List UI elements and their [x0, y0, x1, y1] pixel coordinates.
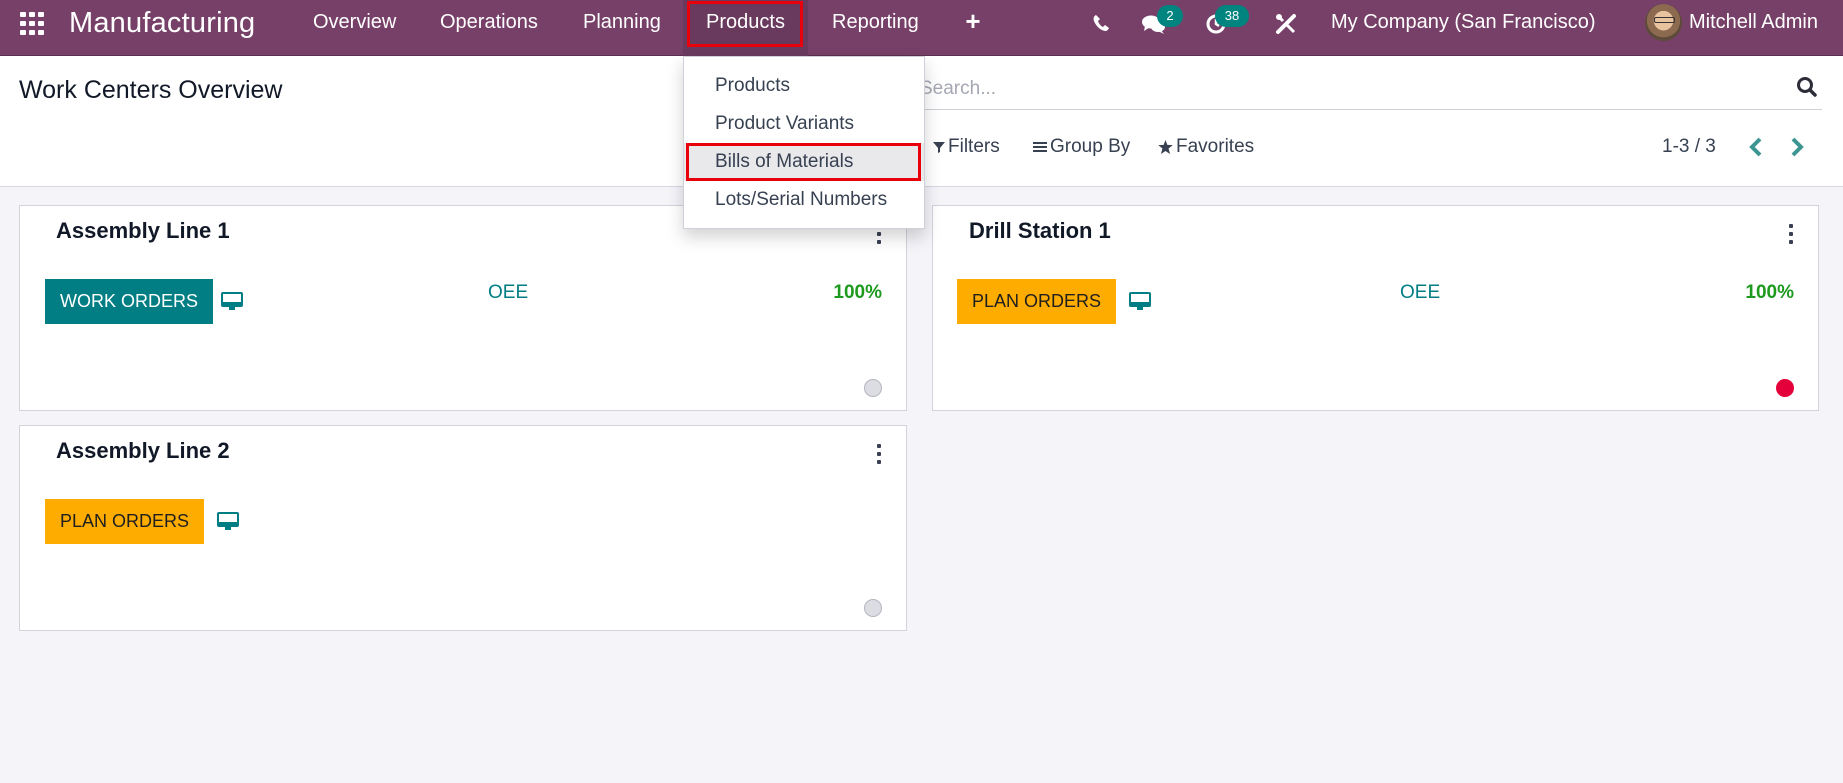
- status-indicator[interactable]: [1776, 379, 1794, 397]
- search-input[interactable]: [920, 74, 1770, 104]
- filters-label: Filters: [948, 136, 1000, 157]
- monitor-icon[interactable]: [1129, 292, 1151, 312]
- oee-label[interactable]: OEE: [488, 282, 528, 304]
- dropdown-item-lots-serial-numbers[interactable]: Lots/Serial Numbers: [684, 181, 924, 219]
- menu-operations[interactable]: Operations: [440, 0, 538, 46]
- menu-overview[interactable]: Overview: [313, 0, 396, 46]
- oee-label[interactable]: OEE: [1400, 282, 1440, 304]
- dropdown-item-products[interactable]: Products: [684, 67, 924, 105]
- monitor-icon[interactable]: [217, 512, 239, 532]
- filters-button[interactable]: Filters: [933, 136, 1000, 158]
- phone-icon[interactable]: [1092, 13, 1110, 38]
- tools-icon[interactable]: [1275, 13, 1297, 40]
- group-by-label: Group By: [1050, 136, 1131, 157]
- user-menu[interactable]: Mitchell Admin: [1689, 11, 1818, 34]
- group-by-button[interactable]: Group By: [1033, 136, 1130, 158]
- work-orders-button[interactable]: WORK ORDERS: [45, 279, 214, 324]
- page-title: Work Centers Overview: [19, 76, 283, 104]
- activities-count-badge: 38: [1215, 5, 1249, 27]
- status-indicator[interactable]: [864, 599, 882, 617]
- messages-count-badge: 2: [1157, 5, 1183, 27]
- pager-next-icon[interactable]: [1786, 134, 1808, 160]
- oee-value: 100%: [1745, 282, 1794, 303]
- favorites-label: Favorites: [1176, 136, 1255, 157]
- star-icon: [1158, 140, 1173, 154]
- company-switcher[interactable]: My Company (San Francisco): [1331, 11, 1596, 34]
- list-icon: [1033, 142, 1047, 152]
- menu-products[interactable]: Products: [683, 0, 808, 56]
- card-menu-icon[interactable]: [1788, 224, 1794, 244]
- workcenter-card[interactable]: Assembly Line 1 WORK ORDERS OEE 100%: [19, 205, 907, 411]
- menu-planning[interactable]: Planning: [583, 0, 661, 46]
- products-dropdown-menu: Products Product Variants Bills of Mater…: [683, 56, 925, 229]
- top-navbar: Manufacturing Overview Operations Planni…: [0, 0, 1843, 56]
- dropdown-item-product-variants[interactable]: Product Variants: [684, 105, 924, 143]
- user-avatar[interactable]: [1645, 4, 1682, 41]
- plan-orders-button[interactable]: PLAN ORDERS: [45, 499, 205, 544]
- workcenter-card[interactable]: Assembly Line 2 PLAN ORDERS: [19, 425, 907, 631]
- menu-reporting[interactable]: Reporting: [832, 0, 919, 46]
- card-title: Assembly Line 2: [56, 438, 230, 463]
- search-icon[interactable]: [1796, 76, 1820, 100]
- oee-value: 100%: [833, 282, 882, 303]
- pager-value[interactable]: 1-3 / 3: [1662, 136, 1716, 158]
- card-title: Drill Station 1: [969, 218, 1111, 243]
- favorites-button[interactable]: Favorites: [1158, 136, 1254, 158]
- workcenter-card[interactable]: Drill Station 1 PLAN ORDERS OEE 100%: [932, 205, 1819, 411]
- apps-grid-icon[interactable]: [20, 12, 46, 36]
- pager-previous-icon[interactable]: [1745, 134, 1767, 160]
- plan-orders-button[interactable]: PLAN ORDERS: [957, 279, 1117, 324]
- card-menu-icon[interactable]: [876, 444, 882, 464]
- app-name[interactable]: Manufacturing: [69, 7, 255, 40]
- card-title: Assembly Line 1: [56, 218, 230, 243]
- menu-products-label: Products: [706, 11, 785, 33]
- dropdown-item-bills-of-materials[interactable]: Bills of Materials: [684, 143, 924, 181]
- status-indicator[interactable]: [864, 379, 882, 397]
- search-bar: [920, 68, 1822, 110]
- add-menu-plus-icon[interactable]: +: [962, 8, 984, 34]
- monitor-icon[interactable]: [221, 292, 243, 312]
- filter-icon: [933, 142, 945, 153]
